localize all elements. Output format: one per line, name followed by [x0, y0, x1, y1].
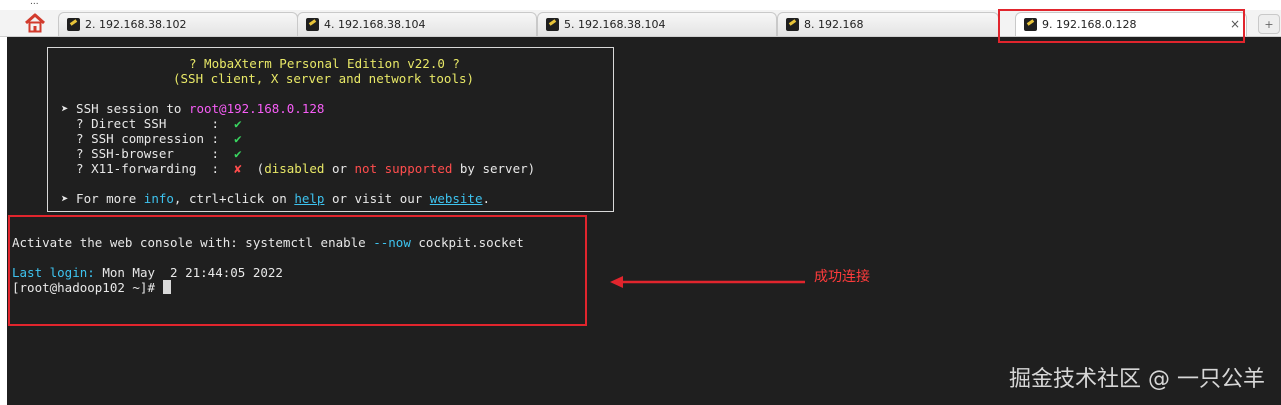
- help-link[interactable]: help: [294, 191, 324, 206]
- ssh-key-icon: [306, 18, 319, 31]
- terminal-output-highlight-box: [8, 215, 587, 326]
- row-label: ? Direct SSH :: [61, 116, 235, 131]
- left-gutter: [0, 37, 7, 405]
- tab-session-4[interactable]: 4. 192.168.38.104: [297, 12, 537, 36]
- annotation-arrow-icon: [610, 276, 805, 288]
- annotation-label: 成功连接: [814, 269, 870, 285]
- direct-ssh-line: ? Direct SSH : ✔: [61, 116, 242, 131]
- ssh-session-line: ➤ SSH session to root@192.168.0.128: [61, 101, 324, 116]
- ssh-key-icon: [786, 18, 799, 31]
- new-tab-button[interactable]: +: [1258, 14, 1280, 34]
- tab-label: 4. 192.168.38.104: [324, 18, 426, 31]
- watermark: 掘金技术社区 @ 一只公羊: [1009, 367, 1265, 392]
- tab-session-2[interactable]: 2. 192.168.38.102: [58, 12, 298, 36]
- tab-label: 8. 192.168: [804, 18, 864, 31]
- check-icon: ✔: [234, 116, 242, 131]
- banner-subtitle: (SSH client, X server and network tools): [173, 71, 475, 86]
- more-prefix: ➤ For more: [61, 191, 144, 206]
- home-tab[interactable]: [20, 10, 50, 36]
- welcome-banner: ? MobaXterm Personal Edition v22.0 ? (SS…: [47, 47, 614, 212]
- info-link[interactable]: info: [144, 191, 174, 206]
- tab-label: 5. 192.168.38.104: [564, 18, 666, 31]
- session-target: root@192.168.0.128: [188, 101, 325, 116]
- ssh-compression-line: ? SSH compression : ✔: [61, 131, 242, 146]
- tab-session-8[interactable]: 8. 192.168: [777, 12, 999, 36]
- tab-label: 2. 192.168.38.102: [85, 18, 187, 31]
- more-mid: , ctrl+click on: [173, 191, 295, 206]
- tab-session-5[interactable]: 5. 192.168.38.104: [537, 12, 777, 36]
- ssh-key-icon: [546, 18, 559, 31]
- home-icon: [25, 13, 45, 33]
- row-label: ? SSH-browser :: [61, 146, 235, 161]
- row-label: ? SSH compression :: [61, 131, 235, 146]
- website-link[interactable]: website: [430, 191, 483, 206]
- plus-icon: +: [1264, 17, 1274, 31]
- x11-note: (: [241, 161, 265, 176]
- x11-forwarding-line: ? X11-forwarding : ✘ (disabled or not su…: [61, 161, 535, 176]
- more-visit: or visit our: [324, 191, 430, 206]
- ssh-key-icon: [67, 18, 80, 31]
- banner-title: ? MobaXterm Personal Edition v22.0 ?: [189, 56, 460, 71]
- ssh-browser-line: ? SSH-browser : ✔: [61, 146, 242, 161]
- x11-tail: by server): [452, 161, 536, 176]
- x11-disabled: disabled: [264, 161, 325, 176]
- more-end: .: [482, 191, 491, 206]
- cross-icon: ✘: [234, 161, 242, 176]
- more-info-line: ➤ For more info, ctrl+click on help or v…: [61, 191, 490, 206]
- check-icon: ✔: [234, 146, 242, 161]
- x11-not-supported: not supported: [354, 161, 453, 176]
- session-prefix: ➤ SSH session to: [61, 101, 189, 116]
- active-tab-highlight-box: [998, 9, 1245, 43]
- check-icon: ✔: [234, 131, 242, 146]
- row-label: ? X11-forwarding :: [61, 161, 235, 176]
- top-text-fragment: ...: [30, 0, 39, 7]
- x11-or: or: [324, 161, 355, 176]
